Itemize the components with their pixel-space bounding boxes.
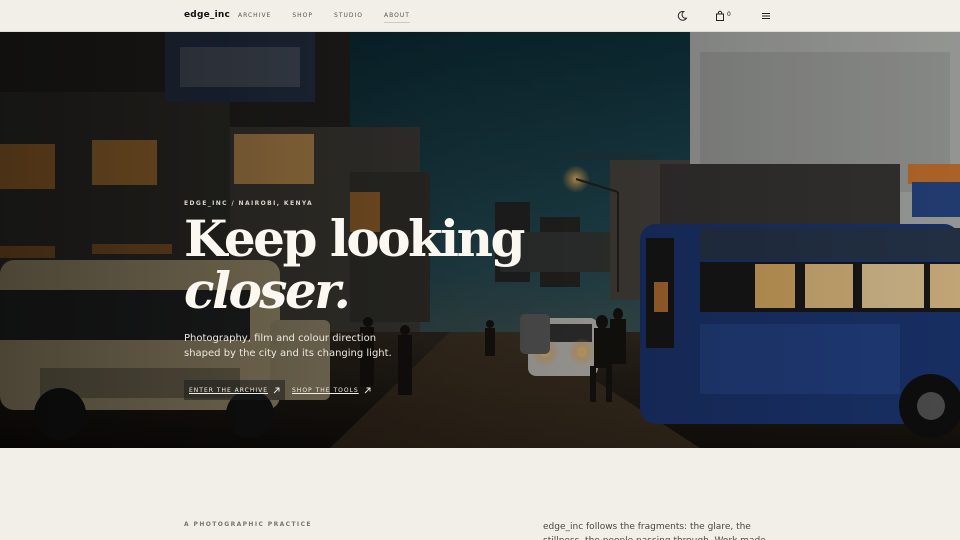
arrow-up-right-icon	[364, 387, 371, 393]
nav-link-archive[interactable]: ARCHIVE	[238, 12, 271, 23]
moon-icon[interactable]	[676, 10, 688, 22]
headline-line-1: Keep looking	[184, 209, 526, 268]
nav-link-about[interactable]: ABOUT	[384, 12, 410, 23]
shop-tools-label: SHOP THE TOOLS	[292, 386, 359, 394]
menu-icon[interactable]	[760, 10, 772, 22]
section-label: A PHOTOGRAPHIC PRACTICE	[184, 521, 312, 528]
header-actions: 0	[676, 10, 776, 22]
nav-link-shop[interactable]: SHOP	[292, 12, 313, 23]
hero-eyebrow: EDGE_INC / NAIROBI, KENYA	[184, 200, 314, 207]
shop-tools-button[interactable]: SHOP THE TOOLS	[288, 380, 375, 400]
cart-count-badge: 0	[727, 11, 731, 18]
arrow-up-right-icon	[273, 387, 280, 393]
site-logo[interactable]: edge_inc	[184, 10, 230, 20]
nav-link-studio[interactable]: STUDIO	[334, 12, 363, 23]
headline-line-2: closer.	[184, 261, 351, 320]
section-text: edge_inc follows the fragments: the glar…	[543, 522, 766, 540]
hero-headline: Keep looking closer.	[184, 209, 526, 320]
site-header: edge_inc ARCHIVE SHOP STUDIO ABOUT 0	[0, 0, 960, 32]
enter-archive-button[interactable]: ENTER THE ARCHIVE	[184, 380, 286, 400]
hero-subtext: Photography, film and colour direction s…	[184, 333, 392, 359]
enter-archive-label: ENTER THE ARCHIVE	[189, 386, 269, 394]
cart-icon[interactable]	[714, 10, 726, 22]
hero-section: EDGE_INC / NAIROBI, KENYA Keep looking c…	[0, 32, 960, 448]
main-nav: ARCHIVE SHOP STUDIO ABOUT	[238, 12, 431, 23]
